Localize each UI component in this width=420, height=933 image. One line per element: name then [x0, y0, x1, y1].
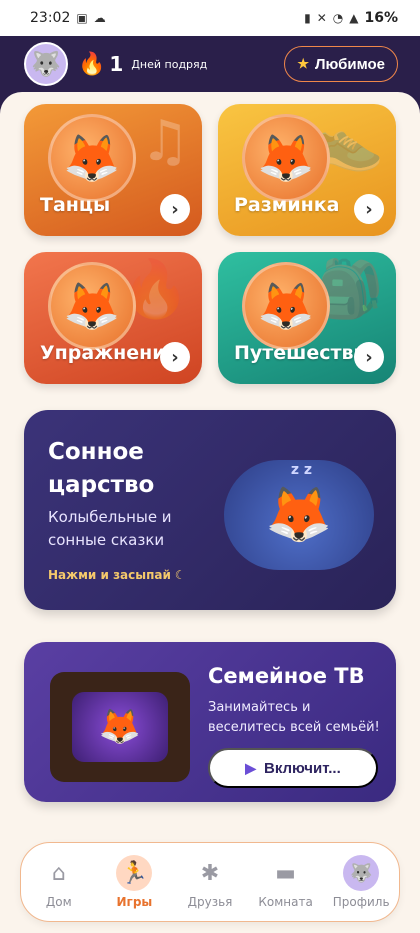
nav-room[interactable]: ▬ Комната	[251, 855, 321, 910]
sleep-subtitle: Колыбельные и сонные сказки	[48, 508, 172, 549]
home-icon: ⌂	[51, 860, 66, 886]
streak-count: 1	[109, 52, 124, 76]
running-icon: 🏃	[116, 855, 153, 891]
chevron-right-icon[interactable]: ›	[160, 194, 190, 224]
avatar[interactable]: 🐺	[24, 42, 68, 86]
main-content: ♫ 🦊 Танцы › 👟 🦊 Разминка › 🔥 🦊 Упражнени…	[0, 92, 420, 933]
fox-mascot-icon: 🦊	[48, 262, 136, 350]
nav-home[interactable]: ⌂ Дом	[24, 855, 94, 910]
nav-label: Друзья	[187, 895, 233, 909]
chevron-right-icon[interactable]: ›	[354, 342, 384, 372]
nav-label: Дом	[45, 895, 72, 909]
sofa-icon: ▬	[275, 860, 296, 886]
nav-friends[interactable]: ✱ Друзья	[175, 855, 245, 910]
sleep-kingdom-card[interactable]: Сонное царство Колыбельные и сонные сказ…	[24, 410, 396, 610]
tile-travel[interactable]: 🎒 🦊 Путешествие ›	[218, 252, 396, 384]
wifi-icon: ◔	[332, 11, 344, 25]
turn-on-label: Включит...	[264, 759, 341, 777]
flame-icon: 🔥	[78, 51, 106, 77]
chevron-right-icon[interactable]: ›	[160, 342, 190, 372]
family-subtitle: Занимайтесь и веселитесь всей семьёй!	[208, 700, 380, 736]
nav-label: Комната	[258, 895, 313, 909]
family-title: Семейное ТВ	[208, 664, 365, 688]
fox-family-icon: 🦊	[72, 692, 168, 762]
favorites-label: Любимое	[314, 55, 385, 73]
tile-label: Путешествие	[234, 342, 380, 365]
tv-icon: 🦊	[50, 672, 190, 782]
status-time: 23:02	[30, 10, 71, 26]
nav-games[interactable]: 🏃 Игры	[99, 855, 169, 909]
sleep-cta-label: Нажми и засыпай	[48, 568, 171, 582]
profile-avatar-icon: 🐺	[343, 855, 380, 891]
sleep-title: Сонное царство	[48, 439, 155, 499]
battery-percent: 16%	[364, 10, 398, 26]
play-tv-icon: ▶	[245, 759, 256, 776]
tile-dance[interactable]: ♫ 🦊 Танцы ›	[24, 104, 202, 236]
family-tv-card[interactable]: 🦊 Семейное ТВ Занимайтесь и веселитесь в…	[24, 642, 396, 802]
streak-counter[interactable]: 🔥 1 Дней подряд	[78, 52, 207, 77]
tile-label: Танцы	[40, 194, 111, 217]
favorites-button[interactable]: ★ Любимое	[284, 46, 398, 82]
zzz-icon: z z	[290, 462, 312, 478]
tile-label: Упражнения	[40, 342, 178, 365]
nav-label: Игры	[116, 895, 153, 909]
tile-warmup[interactable]: 👟 🦊 Разминка ›	[218, 104, 396, 236]
battery-saver-icon: ▮	[304, 11, 311, 25]
fox-mascot-icon: 🦊	[242, 114, 330, 202]
moon-icon: ☾	[174, 568, 186, 582]
music-note-icon: ♫	[139, 109, 190, 174]
photo-icon: ▣	[76, 11, 88, 25]
star-icon: ★	[297, 56, 309, 71]
tile-label: Разминка	[234, 194, 340, 217]
signal-icon: ▲	[349, 11, 359, 25]
cloud-icon: ☁	[93, 11, 106, 25]
chevron-right-icon[interactable]: ›	[354, 194, 384, 224]
bottom-navigation: ⌂ Дом 🏃 Игры ✱ Друзья ▬ Комната 🐺 Профил…	[20, 842, 400, 922]
top-header: 🐺 🔥 1 Дней подряд ★ Любимое	[0, 36, 420, 92]
status-bar: 23:02 ▣ ☁ ▮ ✕ ◔ ▲ 16%	[0, 0, 420, 36]
nav-label: Профиль	[332, 895, 390, 909]
friends-icon: ✱	[200, 860, 220, 886]
turn-on-button[interactable]: ▶ Включит...	[208, 748, 378, 788]
nav-profile[interactable]: 🐺 Профиль	[326, 855, 396, 909]
sleep-cta[interactable]: Нажми и засыпай ☾	[48, 568, 186, 582]
fox-mascot-icon: 🦊	[48, 114, 136, 202]
fox-mascot-icon: 🦊	[242, 262, 330, 350]
tile-exercises[interactable]: 🔥 🦊 Упражнения ›	[24, 252, 202, 384]
mute-icon: ✕	[316, 11, 327, 25]
streak-label: Дней подряд	[131, 57, 208, 71]
